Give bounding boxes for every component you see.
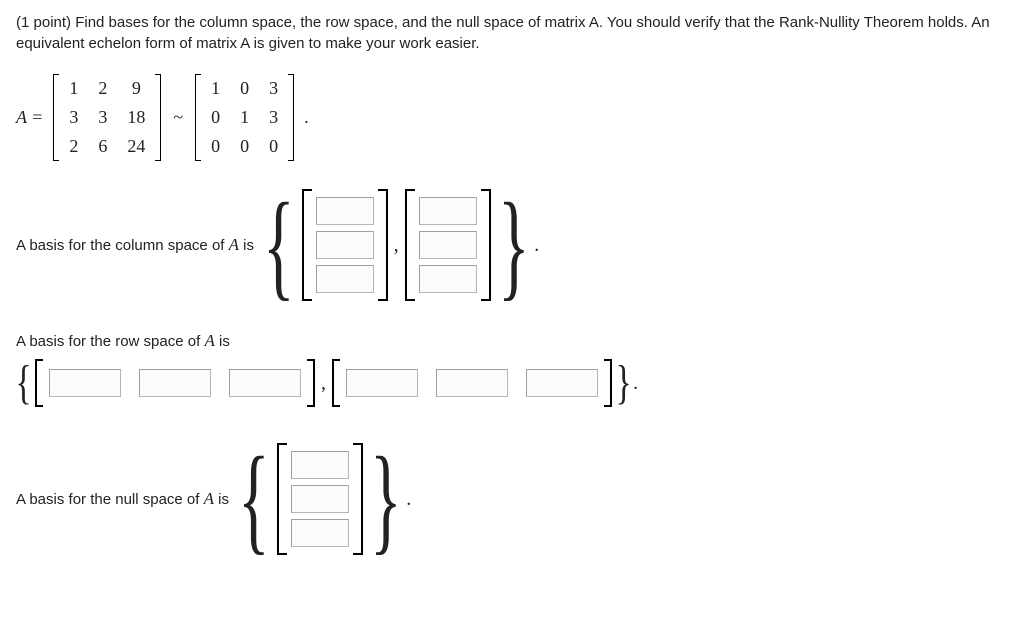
eq-period: . [304,107,309,128]
rbrace-icon: } [370,454,402,544]
row1-entry-2[interactable] [139,369,211,397]
null-space-label: A basis for the null space of A is [16,489,229,509]
row-period: . [633,372,638,395]
lbrace-icon: { [15,361,31,404]
col-vector-1 [302,189,388,301]
null-vector-1 [277,443,363,555]
row-space-label: A basis for the row space of A is [16,331,1008,351]
row-vector-2 [332,359,612,407]
col2-entry-3[interactable] [419,265,477,293]
matrix-A-label: A = [16,107,43,128]
row2-entry-2[interactable] [436,369,508,397]
matrix-echelon: 103 013 000 [195,74,294,161]
column-space-row: A basis for the column space of A is { ,… [16,189,1008,301]
row2-entry-1[interactable] [346,369,418,397]
col1-entry-3[interactable] [316,265,374,293]
row2-entry-3[interactable] [526,369,598,397]
col-period: . [534,234,539,257]
column-space-label: A basis for the column space of A is [16,235,254,255]
null1-entry-2[interactable] [291,485,349,513]
col2-entry-1[interactable] [419,197,477,225]
rbrace-icon: } [498,200,530,290]
col1-entry-1[interactable] [316,197,374,225]
row1-entry-1[interactable] [49,369,121,397]
problem-statement: (1 point) Find bases for the column spac… [16,12,1008,54]
problem-body: Find bases for the column space, the row… [16,14,990,52]
row1-entry-3[interactable] [229,369,301,397]
comma-sep: , [321,372,326,395]
null1-entry-3[interactable] [291,519,349,547]
col1-entry-2[interactable] [316,231,374,259]
matrix-equation: A = 129 3318 2624 ~ 103 013 000 . [16,74,1008,161]
row-vector-1 [35,359,315,407]
null-space-row: A basis for the null space of A is { } . [16,443,1008,555]
row-space-row: { , } . [16,359,1008,407]
lbrace-icon: { [263,200,295,290]
col2-entry-2[interactable] [419,231,477,259]
col-vector-2 [405,189,491,301]
null1-entry-1[interactable] [291,451,349,479]
lbrace-icon: { [238,454,270,544]
tilde-symbol: ~ [173,107,183,128]
comma-sep: , [394,234,399,257]
rbrace-icon: } [616,361,632,404]
points-label: (1 point) [16,14,71,31]
null-period: . [406,488,411,511]
matrix-A: 129 3318 2624 [53,74,161,161]
